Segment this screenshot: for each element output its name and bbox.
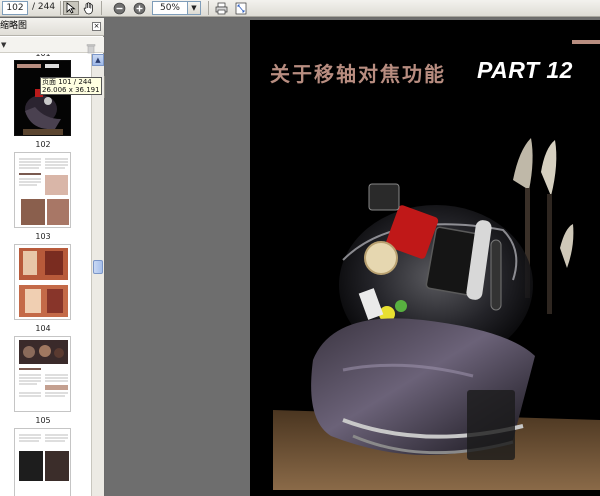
- thumbnail-page-105[interactable]: [14, 336, 71, 412]
- zoom-in-icon[interactable]: [131, 1, 147, 15]
- thumbnail-label: 103: [35, 232, 51, 241]
- page-part-label: PART 12: [477, 57, 573, 83]
- tooltip-size: 26.006 x 36.191 厘: [42, 86, 101, 94]
- thumbnail-page-102[interactable]: [14, 60, 71, 136]
- print-icon[interactable]: [213, 1, 229, 15]
- thumbnail-label: 105: [35, 416, 51, 425]
- panel-header: 缩略图 ×: [0, 18, 104, 36]
- tooltip-page: 页面 101 / 244: [42, 78, 92, 86]
- zoom-level-input[interactable]: 50%: [152, 1, 188, 15]
- toolbar-divider: [101, 1, 102, 15]
- toolbar-divider: [208, 1, 209, 15]
- page-title-chinese: 关于移轴对焦功能: [270, 62, 446, 86]
- document-view[interactable]: 关于移轴对焦功能 PART 12: [105, 18, 600, 496]
- page-total: / 244: [32, 2, 56, 12]
- thumbnail-preview: [15, 337, 70, 411]
- scrollbar-thumb[interactable]: [93, 260, 103, 274]
- zoom-dropdown-button[interactable]: ▼: [188, 1, 201, 15]
- page-number-input[interactable]: 102: [2, 1, 28, 15]
- select-arrow-icon[interactable]: [63, 1, 79, 15]
- thumbnail-preview: [15, 429, 70, 496]
- toolbar: 102 / 244 50% ▼: [0, 0, 600, 17]
- zoom-out-icon[interactable]: [111, 1, 127, 15]
- toolbar-divider: [60, 1, 61, 15]
- thumbnail-preview: [15, 61, 70, 135]
- scroll-up-button[interactable]: ▲: [92, 54, 104, 66]
- thumbnail-page-103[interactable]: [14, 152, 71, 228]
- thumbnail-label: 101: [0, 54, 86, 58]
- accent-bar: [572, 40, 600, 44]
- document-page: 关于移轴对焦功能 PART 12: [250, 20, 600, 496]
- fit-page-icon[interactable]: [233, 1, 249, 15]
- thumbnail-page-104[interactable]: [14, 244, 71, 320]
- options-dropdown-icon[interactable]: ▼: [1, 41, 6, 49]
- panel-close-button[interactable]: ×: [92, 22, 101, 31]
- thumbnail-preview: [15, 153, 70, 227]
- thumbnail-page-106[interactable]: [14, 428, 71, 496]
- still-life-photo: [273, 120, 600, 490]
- thumbnail-scrollbar[interactable]: ▲: [91, 54, 104, 496]
- thumbnail-label: 102: [35, 140, 51, 149]
- panel-title: 缩略图: [0, 21, 28, 31]
- page-tooltip: 页面 101 / 244 26.006 x 36.191 厘: [40, 77, 102, 95]
- thumbnail-preview: [15, 245, 70, 319]
- thumbnail-label: 104: [35, 324, 51, 333]
- hand-tool-icon[interactable]: [81, 1, 97, 15]
- thumbnail-list: 101 102: [0, 54, 91, 496]
- panel-toolbar: ▼: [0, 37, 104, 54]
